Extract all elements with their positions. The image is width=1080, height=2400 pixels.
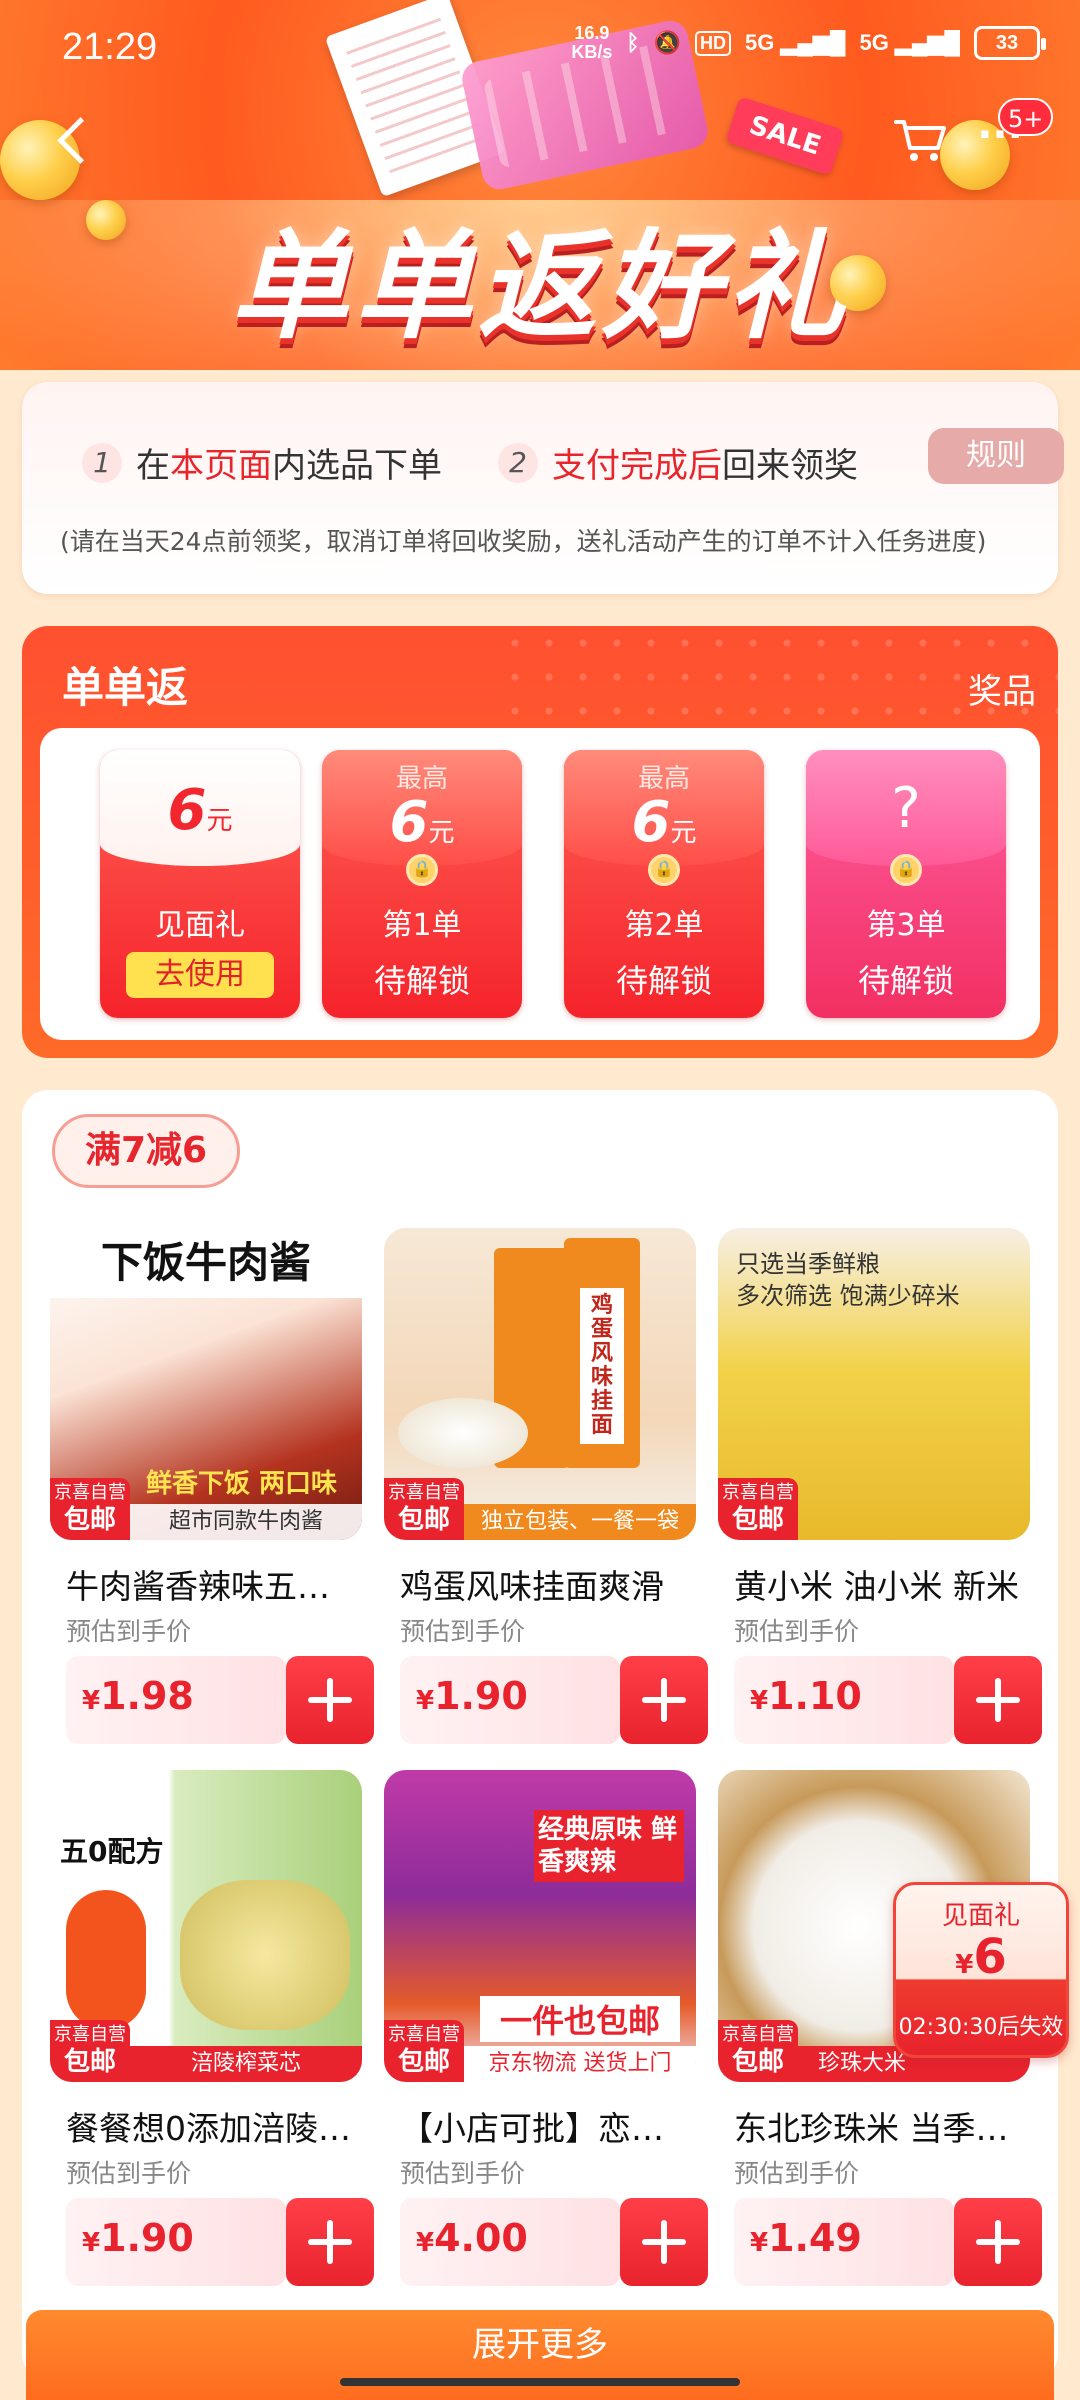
steps-card: 1 在本页面 内选品下单 2 支付完成后 回来领奖 规则 (请在当天24点前领奖，取… — [22, 382, 1064, 594]
promo-badge: 满7减6 — [52, 1114, 240, 1188]
shipping-tag: 京喜自营 包邮 — [384, 1478, 464, 1540]
step-number: 2 — [498, 442, 538, 483]
countdown-timer: 02:30:30后失效 — [898, 2015, 1064, 2040]
shipping-tag: 京喜自营 包邮 — [384, 2020, 464, 2082]
add-to-cart-button[interactable] — [954, 1656, 1042, 1744]
product-name[interactable]: 餐餐想0添加涪陵榨菜 — [66, 2102, 356, 2150]
step-number: 1 — [82, 442, 122, 483]
battery-icon: 33 — [974, 26, 1046, 60]
coupon-label: 第3单 — [866, 908, 946, 943]
add-to-cart-button[interactable] — [286, 2198, 374, 2286]
product-image[interactable]: 五0配方 京喜自营 包邮 涪陵榨菜芯 — [50, 1770, 362, 2082]
product-price: 1.90 — [100, 2216, 194, 2260]
price-label: 预估到手价 — [66, 2159, 192, 2188]
coupon-row: 6元 见面礼 去使用 最高 6元 🔒 第1单 待解锁 最高 6元 🔒 第2单 待… — [40, 728, 1040, 1040]
lock-icon: 🔒 — [890, 854, 922, 886]
price-label: 预估到手价 — [400, 1617, 526, 1646]
product-price: 4.00 — [434, 2216, 528, 2260]
price-box: ¥4.00 — [400, 2198, 620, 2286]
add-to-cart-button[interactable] — [954, 2198, 1042, 2286]
add-to-cart-button[interactable] — [286, 1656, 374, 1744]
product-price: 1.49 — [768, 2216, 862, 2260]
signal-5g-icon: 5G ▂▄▆█ — [745, 30, 846, 55]
mute-icon: 🔕 — [653, 30, 682, 55]
rules-button[interactable]: 规则 — [928, 428, 1064, 484]
product-name[interactable]: 鸡蛋风味挂面爽滑 — [400, 1560, 690, 1608]
status-bar: 21:29 16.9 KB/s ᛒ 🔕 HD 5G ▂▄▆█ 5G ▂▄▆█ 3… — [0, 0, 1080, 100]
product-price: 1.98 — [100, 1674, 194, 1718]
coupon-status: 待解锁 — [373, 962, 470, 1000]
sale-tag: SALE — [725, 96, 845, 176]
network-speed: 16.9 KB/s — [571, 23, 613, 62]
step-2: 2 支付完成后 回来领奖 — [498, 438, 858, 487]
add-to-cart-button[interactable] — [620, 1656, 708, 1744]
status-time: 21:29 — [62, 26, 158, 68]
use-coupon-button[interactable]: 去使用 — [126, 952, 274, 998]
reward-title: 单单返 — [62, 663, 189, 712]
floating-welcome-gift[interactable]: 见面礼 ¥6 02:30:30后失效 — [893, 1882, 1069, 2058]
prizes-link[interactable]: 奖品 — [968, 664, 1036, 713]
product-name[interactable]: 【小店可批】恋品螺螺蛳粉 — [400, 2102, 690, 2150]
shipping-tag: 京喜自营 包邮 — [50, 2020, 130, 2082]
product-image[interactable]: 经典原味 鲜香爽辣 一件也包邮 京喜自营 包邮 京东物流 送货上门 — [384, 1770, 696, 2082]
product-banner: 涪陵榨菜芯 — [130, 2046, 362, 2082]
price-box: ¥1.90 — [66, 2198, 286, 2286]
status-icons: 16.9 KB/s ᛒ 🔕 HD 5G ▂▄▆█ 5G ▂▄▆█ 33 — [571, 23, 1046, 62]
price-box: ¥1.10 — [734, 1656, 954, 1744]
coupon-status: 待解锁 — [615, 962, 712, 1000]
coupon-welcome[interactable]: 6元 见面礼 去使用 — [100, 750, 300, 1018]
coupon-order-3[interactable]: ? 🔒 第3单 待解锁 — [806, 750, 1006, 1018]
mystery-icon: ? — [891, 776, 921, 841]
add-to-cart-button[interactable] — [620, 2198, 708, 2286]
products-card: 满7减6 下饭牛肉酱 鲜香下饭 两口味 京喜自营 包邮 超市同款牛肉酱 牛肉酱香辣… — [22, 1090, 1058, 2380]
price-label: 预估到手价 — [66, 1617, 192, 1646]
hero-title: 单单返好礼 — [229, 217, 850, 355]
coupon-status: 待解锁 — [857, 962, 954, 1000]
product-price: 1.10 — [768, 1674, 862, 1718]
reward-card: 单单返 奖品 6元 见面礼 去使用 最高 6元 🔒 第1单 待解锁 最高 6元 … — [22, 626, 1058, 1058]
step-1: 1 在本页面 内选品下单 — [82, 438, 442, 487]
shipping-tag: 京喜自营 包邮 — [718, 2020, 798, 2082]
shipping-tag: 京喜自营 包邮 — [50, 1478, 130, 1540]
product-banner: 京东物流 送货上门 — [464, 2046, 696, 2082]
price-label: 预估到手价 — [400, 2159, 526, 2188]
price-box: ¥1.49 — [734, 2198, 954, 2286]
coupon-order-2[interactable]: 最高 6元 🔒 第2单 待解锁 — [564, 750, 764, 1018]
shipping-tag: 京喜自营 包邮 — [718, 1478, 798, 1540]
lock-icon: 🔒 — [406, 854, 438, 886]
product-banner: 独立包装、一餐一袋 — [464, 1504, 696, 1540]
product-image[interactable]: 鸡蛋风味挂面 京喜自营 包邮 独立包装、一餐一袋 — [384, 1228, 696, 1540]
coupon-label: 第2单 — [624, 908, 704, 943]
steps-note: (请在当天24点前领奖，取消订单将回收奖励，送礼活动产生的订单不计入任务进度) — [60, 527, 987, 556]
back-icon[interactable] — [50, 110, 100, 170]
home-indicator[interactable] — [340, 2378, 740, 2386]
product-name[interactable]: 牛肉酱香辣味五香味 — [66, 1560, 356, 1608]
product-banner: 超市同款牛肉酱 — [130, 1504, 362, 1540]
signal-5g-icon: 5G ▂▄▆█ — [859, 30, 960, 55]
product-name[interactable]: 黄小米 油小米 新米 — [734, 1560, 1024, 1608]
cart-icon[interactable] — [890, 110, 950, 170]
expand-more-button[interactable]: 展开更多 — [26, 2310, 1054, 2400]
product-name[interactable]: 东北珍珠米 当季新米 — [734, 2102, 1024, 2150]
coupon-order-1[interactable]: 最高 6元 🔒 第1单 待解锁 — [322, 750, 522, 1018]
price-label: 预估到手价 — [734, 1617, 860, 1646]
product-price: 1.90 — [434, 1674, 528, 1718]
product-image[interactable]: 下饭牛肉酱 鲜香下饭 两口味 京喜自营 包邮 超市同款牛肉酱 — [50, 1228, 362, 1540]
price-box: ¥1.98 — [66, 1656, 286, 1744]
coupon-label: 见面礼 — [155, 908, 245, 943]
product-image[interactable]: 只选当季鲜粮 多次筛选 饱满少碎米 京喜自营 包邮 — [718, 1228, 1030, 1540]
hd-icon: HD — [695, 30, 732, 56]
lock-icon: 🔒 — [648, 854, 680, 886]
price-box: ¥1.90 — [400, 1656, 620, 1744]
notification-badge: 5+ — [998, 98, 1054, 136]
coupon-label: 第1单 — [382, 908, 462, 943]
price-label: 预估到手价 — [734, 2159, 860, 2188]
bluetooth-icon: ᛒ — [626, 30, 640, 55]
